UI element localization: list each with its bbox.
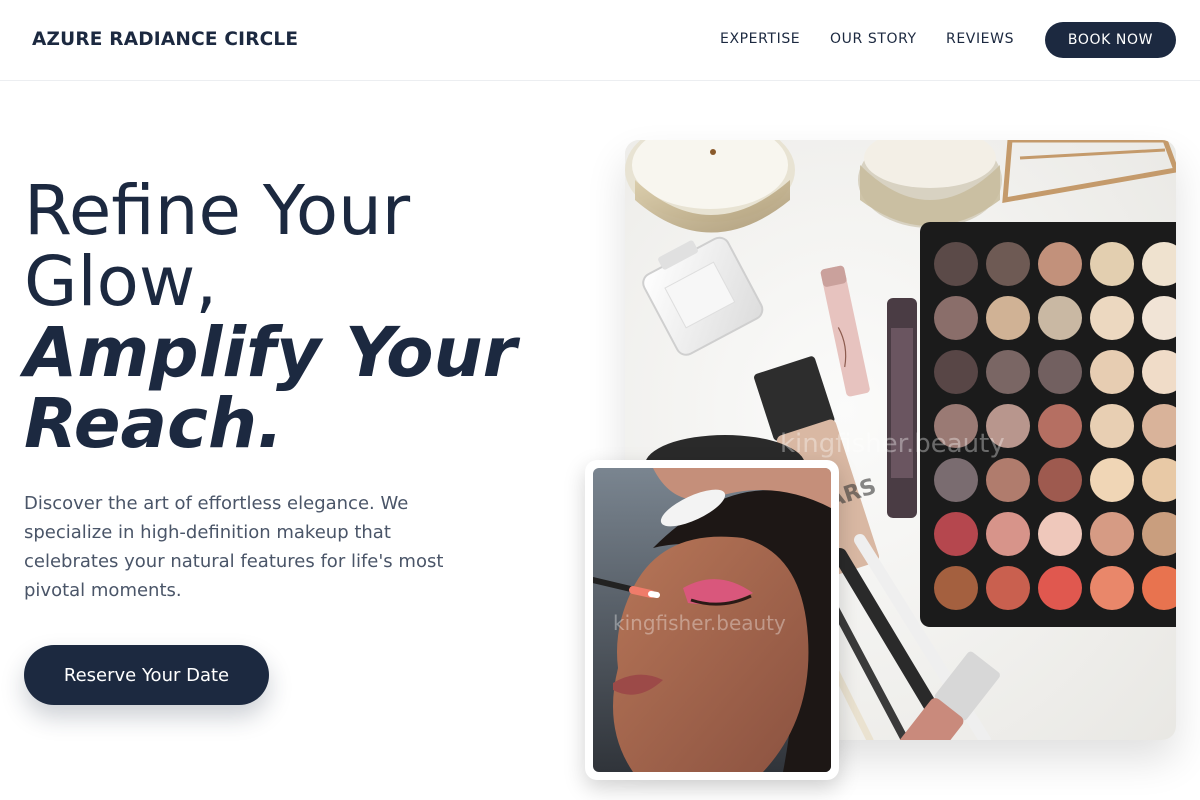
eyeshadow-pan bbox=[1038, 242, 1082, 286]
book-now-button[interactable]: BOOK NOW bbox=[1045, 22, 1176, 58]
site-header: AZURE RADIANCE CIRCLE EXPERTISE OUR STOR… bbox=[0, 0, 1200, 81]
inset-image-watermark: kingfisher.beauty bbox=[613, 611, 786, 635]
nav-link-our-story[interactable]: OUR STORY bbox=[830, 31, 917, 47]
eyeshadow-pan bbox=[934, 458, 978, 502]
eyeshadow-pan bbox=[1090, 512, 1134, 556]
eyeshadow-pan bbox=[986, 458, 1030, 502]
eyeshadow-pan bbox=[1090, 296, 1134, 340]
makeup-application-photo: kingfisher.beauty bbox=[585, 460, 839, 780]
nav-link-expertise[interactable]: EXPERTISE bbox=[720, 31, 800, 47]
eyeshadow-pan bbox=[934, 296, 978, 340]
eyeshadow-pan bbox=[1038, 512, 1082, 556]
eyeshadow-pan bbox=[986, 242, 1030, 286]
eyeshadow-pan bbox=[986, 296, 1030, 340]
hero-title-line-2: Glow, bbox=[24, 242, 218, 322]
eyeshadow-pan bbox=[1038, 566, 1082, 610]
eyeshadow-pan bbox=[986, 566, 1030, 610]
nav-link-reviews[interactable]: REVIEWS bbox=[946, 31, 1014, 47]
brand-logo[interactable]: AZURE RADIANCE CIRCLE bbox=[32, 29, 298, 50]
hero-title: Refine Your Glow, Amplify Your Reach. bbox=[24, 176, 584, 460]
reserve-date-button[interactable]: Reserve Your Date bbox=[24, 645, 269, 705]
eyeshadow-pan bbox=[934, 512, 978, 556]
hero-title-line-4: Reach. bbox=[24, 384, 284, 464]
eyeshadow-pan bbox=[1090, 242, 1134, 286]
eyeshadow-pan bbox=[986, 512, 1030, 556]
eyeshadow-pan bbox=[986, 350, 1030, 394]
hero-title-line-1: Refine Your bbox=[24, 171, 411, 251]
eyeshadow-pan bbox=[1090, 350, 1134, 394]
eyeshadow-pan bbox=[934, 566, 978, 610]
eyeshadow-pan bbox=[1090, 566, 1134, 610]
eyeshadow-pan bbox=[1038, 458, 1082, 502]
main-image-watermark: kingfisher.beauty bbox=[780, 429, 1005, 459]
eyeshadow-pan bbox=[1090, 404, 1134, 448]
eyeshadow-pan bbox=[1038, 404, 1082, 448]
eyeshadow-pan bbox=[1038, 350, 1082, 394]
eyeshadow-pan bbox=[934, 350, 978, 394]
eyeshadow-pan bbox=[1038, 296, 1082, 340]
eyeshadow-pan bbox=[934, 242, 978, 286]
hero-title-line-3: Amplify Your bbox=[24, 313, 517, 393]
eyeshadow-pan bbox=[1090, 458, 1134, 502]
hero-description: Discover the art of effortless elegance.… bbox=[24, 493, 444, 601]
